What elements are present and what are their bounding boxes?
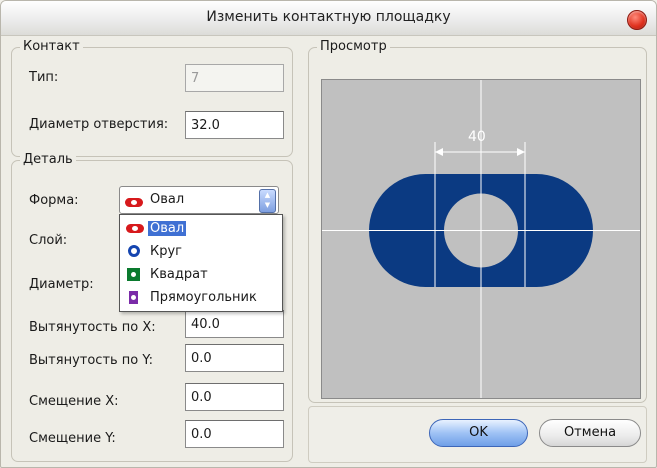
shape-option-circle[interactable]: Круг [124,242,278,262]
type-field: 7 [185,64,284,92]
stretch-x-label: Вытянутость по X: [29,320,156,335]
stretch-x-field[interactable]: 40.0 [185,310,284,338]
offset-x-field[interactable]: 0.0 [185,383,284,411]
shape-option-label: Квадрат [150,267,208,282]
contact-group-label: Контакт [20,39,83,54]
shape-option-label: Прямоугольник [150,290,257,305]
shape-option-label: Овал [148,221,187,236]
shape-option-rectangle[interactable]: Прямоугольник [124,288,278,308]
shape-select[interactable]: Овал ▲ ▼ [119,186,279,214]
shape-dropdown-list: Овал Круг Квадрат Прямоугольник [119,214,283,312]
shape-option-square[interactable]: Квадрат [124,265,278,285]
shape-option-oval[interactable]: Овал [124,219,278,239]
close-icon[interactable] [627,10,647,30]
shape-label: Форма: [29,193,79,208]
window-title: Изменить контактную площадку [206,9,451,25]
rectangle-icon [126,291,138,304]
pad-preview-drawing: 40 [322,80,640,398]
dimension-label: 40 [468,129,486,145]
dialog-window: Изменить контактную площадку Контакт Тип… [0,0,657,468]
stretch-y-label: Вытянутость по Y: [29,353,153,368]
title-bar[interactable]: Изменить контактную площадку [1,1,656,36]
preview-canvas: 40 [321,79,641,399]
type-label: Тип: [29,70,59,85]
circle-icon [126,245,140,257]
hole-diameter-label: Диаметр отверстия: [29,117,169,132]
oval-icon [125,196,143,207]
offset-x-label: Смещение X: [29,394,119,409]
cancel-button[interactable]: Отмена [539,419,641,447]
offset-y-label: Смещение Y: [29,431,116,446]
shape-select-value: Овал [150,192,185,207]
preview-group-label: Просмотр [317,39,390,54]
ok-button[interactable]: OK [429,419,528,447]
shape-option-label: Круг [150,244,183,259]
offset-y-field[interactable]: 0.0 [185,420,284,448]
hole-diameter-field[interactable]: 32.0 [185,111,284,139]
square-icon [126,268,140,281]
oval-icon [126,222,144,233]
stretch-y-field[interactable]: 0.0 [185,344,284,372]
detail-group-label: Деталь [20,152,76,167]
layer-label: Слой: [29,233,68,248]
dropdown-arrow-icon[interactable]: ▲ ▼ [259,189,276,213]
diameter-label: Диаметр: [29,277,94,292]
